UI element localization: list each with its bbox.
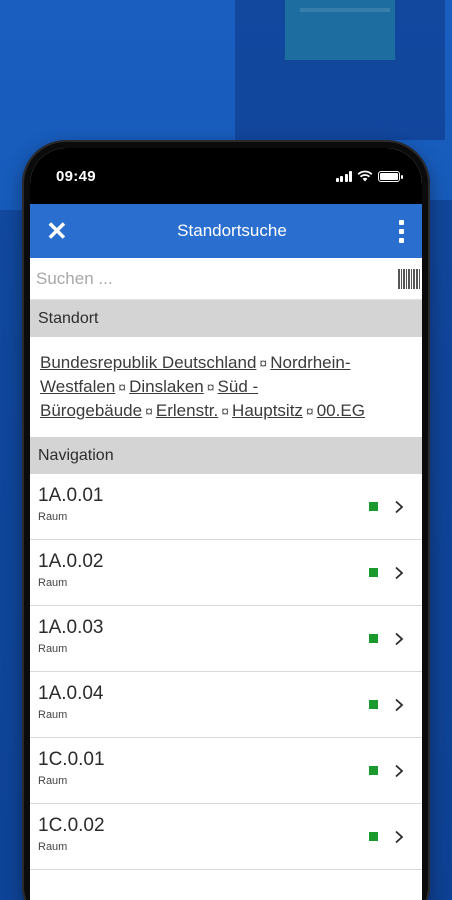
list-item-text: 1A.0.02 Raum [38, 551, 369, 589]
standort-header: Standort [30, 300, 422, 337]
room-type: Raum [38, 840, 68, 853]
status-indicator [369, 568, 378, 577]
status-indicator [369, 832, 378, 841]
kebab-menu-icon[interactable] [394, 219, 408, 243]
breadcrumb-link-street[interactable]: Erlenstr. [156, 401, 218, 420]
chevron-right-icon [395, 500, 404, 513]
breadcrumb-link-site[interactable]: Hauptsitz [232, 401, 303, 420]
status-indicator [369, 766, 378, 775]
breadcrumb-separator: ¤ [259, 355, 268, 371]
status-icons [335, 170, 403, 182]
app-bar: ✕ Standortsuche [30, 204, 422, 258]
breadcrumb-separator: ¤ [145, 403, 153, 419]
location-breadcrumb: Bundesrepublik Deutschland ¤ Nordrhein-Wes… [30, 337, 422, 437]
breadcrumb-link-floor[interactable]: 00.EG [317, 401, 365, 420]
chevron-right-icon [395, 698, 404, 711]
list-item[interactable]: 1A.0.04 Raum [30, 672, 422, 738]
search-bar [30, 258, 422, 300]
status-indicator [369, 502, 378, 511]
navigation-list: 1A.0.01 Raum 1A.0.02 Raum 1A.0.03 Raum 1… [30, 474, 422, 870]
chevron-right-icon [395, 632, 404, 645]
room-number: 1C.0.01 [38, 748, 105, 770]
room-type: Raum [38, 576, 68, 589]
phone-frame: 09:49 ✕ Standortsuche Suchen ... Standor… [22, 140, 430, 900]
list-item-text: 1A.0.04 Raum [38, 683, 369, 721]
breadcrumb-separator: ¤ [221, 403, 230, 419]
status-indicator [369, 700, 378, 709]
breadcrumb-separator: ¤ [206, 379, 215, 395]
room-number: 1A.0.03 [38, 616, 104, 638]
room-type: Raum [38, 642, 68, 655]
list-item-text: 1C.0.02 Raum [38, 815, 369, 853]
close-icon[interactable]: ✕ [46, 218, 70, 244]
background-building-line [300, 8, 390, 12]
list-item[interactable]: 1A.0.03 Raum [30, 606, 422, 672]
navigation-header: Navigation [30, 437, 422, 474]
breadcrumb-separator: ¤ [118, 379, 127, 395]
list-item[interactable]: 1A.0.02 Raum [30, 540, 422, 606]
wifi-icon [357, 170, 373, 182]
room-type: Raum [38, 708, 68, 721]
room-number: 1C.0.02 [38, 814, 105, 836]
room-number: 1A.0.01 [38, 484, 104, 506]
breadcrumb-link-city[interactable]: Dinslaken [129, 377, 204, 396]
room-type: Raum [38, 510, 68, 523]
list-item[interactable]: 1C.0.02 Raum [30, 804, 422, 870]
chevron-right-icon [395, 764, 404, 777]
room-number: 1A.0.04 [38, 682, 104, 704]
list-item[interactable]: 1C.0.01 Raum [30, 738, 422, 804]
search-input[interactable] [36, 268, 398, 289]
list-item[interactable]: 1A.0.01 Raum [30, 474, 422, 540]
status-indicator [369, 634, 378, 643]
phone-screen: 09:49 ✕ Standortsuche Suchen ... Standor… [30, 148, 422, 900]
app-title: Standortsuche [177, 221, 287, 240]
status-bar: 09:49 [30, 148, 422, 204]
room-number: 1A.0.02 [38, 550, 104, 572]
breadcrumb-link-country[interactable]: Bundesrepublik Deutschland [40, 353, 256, 372]
chevron-right-icon [395, 830, 404, 843]
breadcrumb-separator: ¤ [305, 403, 314, 419]
list-item-text: 1A.0.03 Raum [38, 617, 369, 655]
list-item-text: 1A.0.01 Raum [38, 485, 369, 523]
list-item-text: 1C.0.01 Raum [38, 749, 369, 787]
status-time: 09:49 [56, 167, 96, 185]
barcode-scan-icon[interactable] [398, 268, 420, 289]
battery-icon [378, 170, 403, 182]
chevron-right-icon [395, 566, 404, 579]
signal-icon [335, 170, 352, 182]
room-type: Raum [38, 774, 68, 787]
